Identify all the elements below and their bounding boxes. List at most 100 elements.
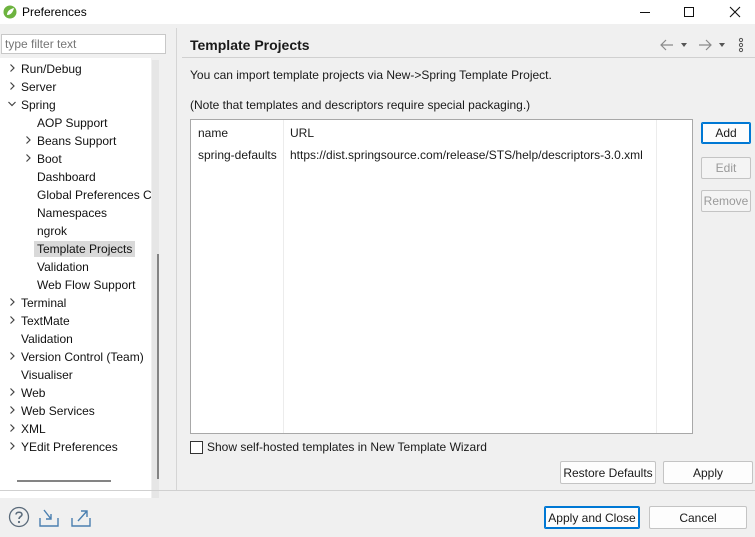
- column-divider[interactable]: [283, 120, 284, 433]
- spring-leaf-icon: [3, 5, 17, 19]
- chevron-down-icon[interactable]: [7, 98, 17, 110]
- apply-button[interactable]: Apply: [663, 461, 753, 484]
- table-cell-name[interactable]: spring-defaults: [198, 148, 277, 162]
- tree-item-label: Server: [21, 80, 57, 94]
- chevron-right-icon[interactable]: [7, 80, 17, 92]
- column-header-url[interactable]: URL: [290, 126, 314, 140]
- tree-item-label: XML: [21, 422, 46, 436]
- tree-item[interactable]: Server: [0, 78, 151, 96]
- tree-item-label: Terminal: [21, 296, 67, 310]
- chevron-right-icon[interactable]: [23, 134, 33, 146]
- tree-item[interactable]: TextMate: [0, 312, 151, 330]
- tree-item-label: Web Flow Support: [37, 278, 136, 292]
- preference-navigation-pane: Run/Debug Server Spring AOP Support Beans Su…: [0, 24, 176, 498]
- tree-horizontal-scroll-thumb[interactable]: [17, 480, 111, 482]
- close-button[interactable]: [712, 0, 755, 24]
- forward-arrow-icon: [699, 39, 712, 51]
- tree-item[interactable]: ngrok: [0, 222, 151, 240]
- apply-and-close-button[interactable]: Apply and Close: [544, 506, 640, 529]
- table-cell-url[interactable]: https://dist.springsource.com/release/ST…: [290, 148, 643, 162]
- tree-item-label: Validation: [37, 260, 89, 274]
- show-self-hosted-checkbox[interactable]: [190, 440, 203, 454]
- column-divider[interactable]: [656, 120, 657, 433]
- tree-item[interactable]: Validation: [0, 330, 151, 348]
- pane-divider[interactable]: [176, 28, 177, 490]
- chevron-right-icon[interactable]: [7, 296, 17, 308]
- tree-item[interactable]: XML: [0, 420, 151, 438]
- chevron-right-icon[interactable]: [7, 350, 17, 362]
- template-descriptors-table[interactable]: name URL spring-defaults https://dist.sp…: [190, 119, 693, 434]
- export-icon: [71, 510, 91, 527]
- export-preferences-button[interactable]: [70, 506, 92, 528]
- tree-item[interactable]: Boot: [0, 150, 151, 168]
- window-title: Preferences: [22, 5, 87, 19]
- header-separator: [182, 57, 755, 58]
- tree-item-label: AOP Support: [37, 116, 108, 130]
- column-header-name[interactable]: name: [198, 126, 228, 140]
- tree-item[interactable]: Template Projects: [0, 240, 151, 258]
- help-icon: [8, 506, 30, 528]
- tree-item-label: Validation: [21, 332, 73, 346]
- tree-item[interactable]: Run/Debug: [0, 60, 151, 78]
- tree-scroll-thumb[interactable]: [157, 254, 159, 479]
- tree-item[interactable]: Terminal: [0, 294, 151, 312]
- chevron-right-icon[interactable]: [7, 386, 17, 398]
- show-self-hosted-checkbox-row[interactable]: Show self-hosted templates in New Templa…: [190, 439, 487, 455]
- back-button[interactable]: [659, 38, 675, 52]
- tree-item[interactable]: Version Control (Team): [0, 348, 151, 366]
- tree-item[interactable]: Validation: [0, 258, 151, 276]
- import-icon: [39, 509, 59, 527]
- tree-item[interactable]: Visualiser: [0, 366, 151, 384]
- filter-input[interactable]: [1, 34, 166, 54]
- footer-separator: [0, 490, 755, 491]
- page-note: (Note that templates and descriptors req…: [190, 98, 531, 112]
- chevron-down-icon: [719, 43, 725, 47]
- remove-button[interactable]: Remove: [701, 190, 751, 212]
- chevron-right-icon[interactable]: [7, 440, 17, 452]
- forward-button[interactable]: [697, 38, 713, 52]
- maximize-button[interactable]: [666, 0, 712, 24]
- import-preferences-button[interactable]: [38, 506, 60, 528]
- minimize-button[interactable]: [622, 0, 668, 24]
- chevron-right-icon[interactable]: [23, 152, 33, 164]
- page-description: You can import template projects via New…: [190, 68, 552, 82]
- tree-item-label: Web Services: [21, 404, 95, 418]
- tree-item-label: Version Control (Team): [21, 350, 144, 364]
- tree-item[interactable]: Global Preferences C: [0, 186, 151, 204]
- tree-item-label: Web: [21, 386, 46, 400]
- title-bar: Preferences: [0, 0, 755, 24]
- tree-item[interactable]: Spring: [0, 96, 151, 114]
- tree-item[interactable]: Web Services: [0, 402, 151, 420]
- restore-defaults-button[interactable]: Restore Defaults: [560, 461, 656, 484]
- cancel-button[interactable]: Cancel: [649, 506, 747, 529]
- tree-item[interactable]: Web Flow Support: [0, 276, 151, 294]
- tree-item[interactable]: Web: [0, 384, 151, 402]
- tree-item-label: Visualiser: [21, 368, 73, 382]
- tree-item-label: YEdit Preferences: [21, 440, 118, 454]
- tree-item[interactable]: Dashboard: [0, 168, 151, 186]
- tree-item-label: Beans Support: [37, 134, 117, 148]
- back-history-dropdown[interactable]: [680, 38, 688, 52]
- add-button[interactable]: Add: [701, 122, 751, 144]
- chevron-right-icon[interactable]: [7, 404, 17, 416]
- tree-item-label: Run/Debug: [21, 62, 82, 76]
- tree-item-label: ngrok: [37, 224, 68, 238]
- chevron-right-icon[interactable]: [7, 62, 17, 74]
- chevron-right-icon[interactable]: [7, 422, 17, 434]
- tree-item[interactable]: Namespaces: [0, 204, 151, 222]
- view-menu-icon: [738, 37, 744, 53]
- page-title: Template Projects: [190, 37, 310, 53]
- tree-item[interactable]: AOP Support: [0, 114, 151, 132]
- chevron-right-icon[interactable]: [7, 314, 17, 326]
- chevron-down-icon: [681, 43, 687, 47]
- forward-history-dropdown[interactable]: [718, 38, 726, 52]
- edit-button[interactable]: Edit: [701, 157, 751, 179]
- view-menu-button[interactable]: [737, 37, 745, 53]
- tree-item-label: Spring: [21, 98, 56, 112]
- back-arrow-icon: [660, 39, 673, 51]
- tree-item[interactable]: YEdit Preferences: [0, 438, 151, 456]
- help-button[interactable]: [8, 506, 30, 528]
- show-self-hosted-label[interactable]: Show self-hosted templates in New Templa…: [207, 440, 487, 454]
- tree-item[interactable]: Beans Support: [0, 132, 151, 150]
- preference-tree[interactable]: Run/Debug Server Spring AOP Support Beans Su…: [0, 58, 151, 498]
